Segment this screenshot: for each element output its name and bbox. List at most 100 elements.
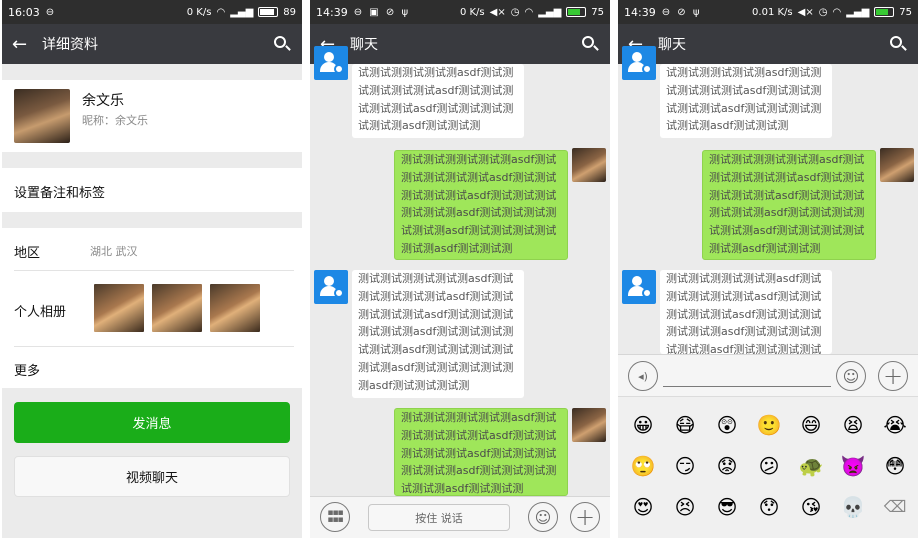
message-list[interactable]: 试测试测测试测试测asdf测试测试测试测试测试asdf测试测试测试测试测试asd… (310, 46, 610, 496)
message-bubble-received[interactable]: 测试测试测测试测试测asdf测试测试测试测试测试asdf测试测试测试测试测试as… (660, 270, 832, 354)
add-icon[interactable]: + (878, 361, 908, 391)
status-bar: 14:39 ⊖ ⊘ ψ 0.01 K/s ◀× ◷ ◠ ▂▄▆ 75 (618, 0, 918, 24)
input-bar: ▪▪▪ ▪▪▪ 按住 说话 ☺ + (310, 496, 610, 538)
emoji-eye-roll[interactable]: 🙄 (630, 453, 656, 479)
emoji-astonished[interactable]: 😲 (714, 412, 740, 438)
my-avatar[interactable] (572, 148, 606, 182)
notification-icons: ⊖ ▣ ⊘ ψ (353, 6, 411, 18)
notification-icons: ⊖ ⊘ ψ (661, 6, 702, 18)
voice-toggle-icon[interactable]: ◂) (628, 361, 658, 391)
chat-screen: 14:39 ⊖ ▣ ⊘ ψ 0 K/s ◀× ◷ ◠ ▂▄▆ 75 ← 聊天 试… (310, 0, 610, 538)
search-icon[interactable] (580, 34, 600, 54)
notification-icons: ⊖ (45, 6, 57, 18)
message-bubble-received[interactable]: 试测试测测试测试测asdf测试测试测试测试测试asdf测试测试测试测试测试asd… (352, 64, 524, 138)
battery-icon (874, 7, 895, 17)
search-icon[interactable] (272, 34, 292, 54)
divider (14, 270, 294, 271)
emoji-mask[interactable]: 😷 (672, 412, 698, 438)
alarm-icon: ◷ (818, 6, 828, 18)
hold-to-talk-button[interactable]: 按住 说话 (368, 504, 510, 531)
page-title: 聊天 (658, 37, 686, 53)
status-bar: 14:39 ⊖ ▣ ⊘ ψ 0 K/s ◀× ◷ ◠ ▂▄▆ 75 (310, 0, 610, 24)
network-speed: 0 K/s (186, 6, 212, 18)
wifi-icon: ◠ (524, 6, 534, 18)
message-bubble-sent[interactable]: 测试测试测测试测试测asdf测试测试测试测试测试asdf测试测试测试测试测试as… (702, 150, 876, 260)
album-photo[interactable] (94, 284, 144, 332)
signal-icon: ▂▄▆ (538, 6, 562, 18)
battery-level: 75 (899, 6, 912, 18)
status-time: 14:39 (316, 5, 348, 19)
emoji-sunglasses[interactable]: 😎 (714, 494, 740, 520)
avatar[interactable] (14, 89, 70, 143)
profile-screen: 16:03 ⊖ 0 K/s ◠ ▂▄▆ 89 ← 详细资料 余文乐 昵称：余文乐… (2, 0, 302, 538)
send-message-button[interactable]: 发消息 (14, 402, 290, 443)
page-title: 聊天 (350, 37, 378, 53)
emoji-turtle[interactable]: 🐢 (798, 453, 824, 479)
signal-icon: ▂▄▆ (230, 6, 254, 18)
emoji-grin[interactable]: 😄 (798, 412, 824, 438)
my-avatar[interactable] (880, 148, 914, 182)
backspace-icon[interactable]: ⌫ (882, 494, 908, 520)
signal-icon: ▂▄▆ (846, 6, 870, 18)
search-icon[interactable] (888, 34, 908, 54)
emoji-slight-smile[interactable]: 🙂 (756, 412, 782, 438)
emoji-devil[interactable]: 👿 (840, 453, 866, 479)
region-value: 湖北 武汉 (90, 245, 138, 258)
divider (14, 346, 294, 347)
my-avatar[interactable] (572, 408, 606, 442)
message-input[interactable] (663, 386, 831, 387)
remark-label: 设置备注和标签 (14, 186, 106, 201)
emoji-skull[interactable]: 💀 (840, 494, 866, 520)
message-bubble-received[interactable]: 测试测试测测试测试测asdf测试测试测试测试测试asdf测试测试测试测试测试as… (352, 270, 524, 398)
sender-avatar[interactable] (622, 270, 656, 304)
emoji-panel: 😀 😷 😲 🙂 😄 😫 😭 🙄 😏 😟 😕 🐢 👿 😳 😍 😣 😎 😯 😘 💀 … (618, 396, 918, 538)
emoji-icon[interactable]: ☺ (836, 361, 866, 391)
emoji-worried[interactable]: 😟 (714, 453, 740, 479)
emoji-smirk[interactable]: 😏 (672, 453, 698, 479)
emoji-tired[interactable]: 😫 (840, 412, 866, 438)
emoji-heart-eyes[interactable]: 😍 (630, 494, 656, 520)
status-bar: 16:03 ⊖ 0 K/s ◠ ▂▄▆ 89 (2, 0, 302, 24)
network-speed: 0.01 K/s (752, 6, 793, 18)
message-bubble-sent[interactable]: 测试测试测测试测试测asdf测试测试测试测试测试asdf测试测试测试测试测试as… (394, 150, 568, 260)
wifi-icon: ◠ (216, 6, 226, 18)
emoji-persevere[interactable]: 😣 (672, 494, 698, 520)
top-bar: ← 详细资料 (2, 24, 302, 64)
network-speed: 0 K/s (459, 6, 485, 18)
emoji-cry[interactable]: 😭 (882, 412, 908, 438)
sender-avatar[interactable] (314, 270, 348, 304)
album-photo[interactable] (152, 284, 202, 332)
emoji-icon[interactable]: ☺ (528, 502, 558, 532)
emoji-flushed[interactable]: 😳 (882, 453, 908, 479)
status-time: 16:03 (8, 5, 40, 19)
more-label[interactable]: 更多 (14, 360, 40, 379)
back-arrow-icon[interactable]: ← (12, 34, 38, 55)
battery-level: 75 (591, 6, 604, 18)
video-chat-button[interactable]: 视频聊天 (14, 456, 290, 497)
battery-level: 89 (283, 6, 296, 18)
contact-nickname: 昵称：余文乐 (82, 114, 148, 127)
emoji-hushed[interactable]: 😯 (756, 494, 782, 520)
chat-emoji-screen: 14:39 ⊖ ⊘ ψ 0.01 K/s ◀× ◷ ◠ ▂▄▆ 75 ← 聊天 … (618, 0, 918, 538)
keyboard-toggle-icon[interactable]: ▪▪▪ ▪▪▪ (320, 502, 350, 532)
sender-avatar[interactable] (314, 46, 348, 80)
top-bar: ← 聊天 (618, 24, 918, 64)
battery-icon (566, 7, 587, 17)
album-photo[interactable] (210, 284, 260, 332)
contact-name: 余文乐 (82, 93, 124, 109)
region-label: 地区 (14, 246, 41, 261)
wifi-icon: ◠ (832, 6, 842, 18)
input-bar: ◂) ☺ + (618, 354, 918, 396)
message-list[interactable]: 试测试测测试测试测asdf测试测试测试测试测试asdf测试测试测试测试测试asd… (618, 46, 918, 354)
sender-avatar[interactable] (622, 46, 656, 80)
emoji-smile[interactable]: 😀 (630, 412, 656, 438)
add-icon[interactable]: + (570, 502, 600, 532)
album-label[interactable]: 个人相册 (14, 301, 66, 320)
message-bubble-sent[interactable]: 测试测试测测试测试测asdf测试测试测试测试测试asdf测试测试测试测试测试as… (394, 408, 568, 496)
mute-icon: ◀× (797, 6, 814, 18)
page-title: 详细资料 (42, 37, 98, 53)
message-bubble-received[interactable]: 试测试测测试测试测asdf测试测试测试测试测试asdf测试测试测试测试测试asd… (660, 64, 832, 138)
mute-icon: ◀× (489, 6, 506, 18)
emoji-kiss[interactable]: 😘 (798, 494, 824, 520)
emoji-confused[interactable]: 😕 (756, 453, 782, 479)
